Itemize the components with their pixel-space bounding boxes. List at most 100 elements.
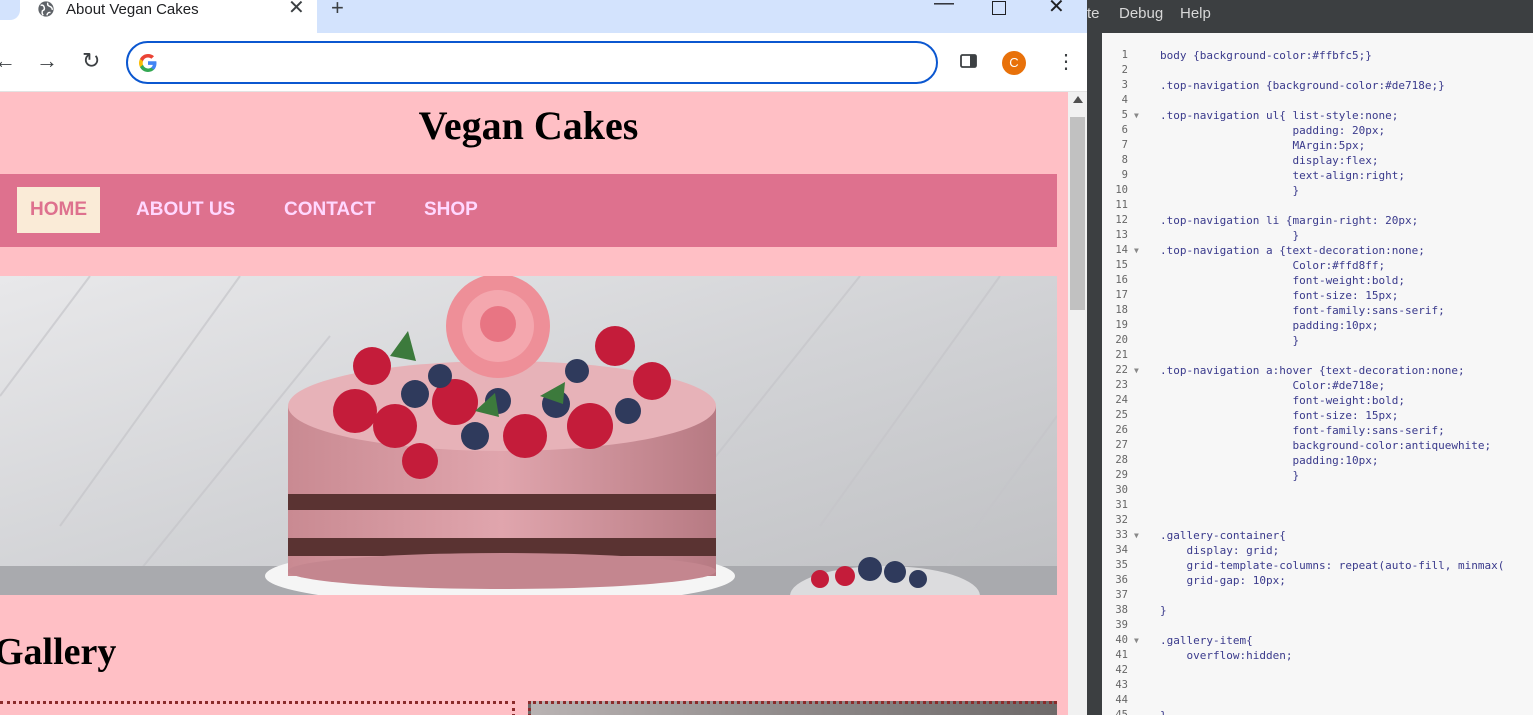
side-panel-icon[interactable] xyxy=(960,54,977,68)
line-number: 8 xyxy=(1121,154,1128,166)
line-number: 7 xyxy=(1121,139,1128,151)
line-number: 16 xyxy=(1115,274,1128,286)
menu-item-help[interactable]: Help xyxy=(1180,5,1211,22)
top-navigation: HOME ABOUT US CONTACT SHOP xyxy=(0,174,1057,247)
tab-title: About Vegan Cakes xyxy=(66,1,199,18)
menu-icon[interactable]: ⋮ xyxy=(1056,49,1076,75)
maximize-icon[interactable] xyxy=(992,1,1006,15)
forward-icon[interactable]: → xyxy=(36,48,58,74)
code-line: font-family:sans-serif; xyxy=(1160,304,1445,317)
code-line: } xyxy=(1160,334,1300,347)
fold-toggle-icon[interactable]: ▼ xyxy=(1134,246,1139,255)
code-area[interactable]: 1 2 3 4 5 6 7 8 9 10 11 12 13 14 15 16 17 18 19 20 21 22 23 24 2… xyxy=(1102,33,1533,715)
nav-contact-link[interactable]: CONTACT xyxy=(271,187,388,233)
page-scrollbar[interactable] xyxy=(1068,92,1087,715)
browser-window: About Vegan Cakes ✕ + — ✕ ← → ↻ C ⋮ Vega xyxy=(0,0,1087,715)
code-line: display:flex; xyxy=(1160,154,1379,167)
line-number: 18 xyxy=(1115,304,1128,316)
fold-toggle-icon[interactable]: ▼ xyxy=(1134,366,1139,375)
code-line: } xyxy=(1160,469,1300,482)
back-icon[interactable]: ← xyxy=(0,48,16,74)
menu-item-partial[interactable]: te xyxy=(1087,5,1100,22)
line-number: 28 xyxy=(1115,454,1128,466)
code-line: } xyxy=(1160,604,1167,617)
tab-about-vegan-cakes[interactable]: About Vegan Cakes ✕ xyxy=(0,0,317,33)
code-line: display: grid; xyxy=(1160,544,1280,557)
tab-strip: About Vegan Cakes ✕ + — ✕ xyxy=(0,0,1087,33)
menu-item-debug[interactable]: Debug xyxy=(1119,5,1163,22)
code-line: } xyxy=(1160,709,1167,715)
fold-toggle-icon[interactable]: ▼ xyxy=(1134,636,1139,645)
fold-toggle-icon[interactable]: ▼ xyxy=(1134,531,1139,540)
line-number: 45 xyxy=(1115,709,1128,715)
code-line: Color:#ffd8ff; xyxy=(1160,259,1386,272)
line-number: 29 xyxy=(1115,469,1128,481)
code-line: Color:#de718e; xyxy=(1160,379,1386,392)
line-number: 5 xyxy=(1121,109,1128,121)
address-input[interactable] xyxy=(168,48,912,78)
line-number: 19 xyxy=(1115,319,1128,331)
code-line: } xyxy=(1160,184,1300,197)
scrollbar-thumb[interactable] xyxy=(1070,117,1085,310)
line-number: 25 xyxy=(1115,409,1128,421)
line-number: 23 xyxy=(1115,379,1128,391)
code-line: .gallery-item{ xyxy=(1160,634,1253,647)
code-editor-window: te Debug Help 1 2 3 4 5 6 7 8 9 10 11 12 13 14 15 16 17 1… xyxy=(1087,0,1533,715)
fold-toggle-icon[interactable]: ▼ xyxy=(1134,111,1139,120)
code-line: .gallery-container{ xyxy=(1160,529,1286,542)
line-number: 40 xyxy=(1115,634,1128,646)
line-number: 6 xyxy=(1121,124,1128,136)
line-number: 15 xyxy=(1115,259,1128,271)
line-number: 11 xyxy=(1115,199,1128,211)
line-number: 27 xyxy=(1115,439,1128,451)
minimize-icon[interactable]: — xyxy=(934,0,954,15)
line-number: 9 xyxy=(1121,169,1128,181)
line-number: 30 xyxy=(1115,484,1128,496)
profile-avatar[interactable]: C xyxy=(1002,51,1026,75)
code-line: padding: 20px; xyxy=(1160,124,1386,137)
line-number: 42 xyxy=(1115,664,1128,676)
line-number: 3 xyxy=(1121,79,1128,91)
code-line: overflow:hidden; xyxy=(1160,649,1293,662)
address-bar[interactable] xyxy=(126,41,938,84)
line-number: 34 xyxy=(1115,544,1128,556)
line-number: 4 xyxy=(1121,94,1128,106)
line-number: 32 xyxy=(1115,514,1128,526)
nav-home-link[interactable]: HOME xyxy=(17,187,100,233)
gallery-heading: Gallery xyxy=(0,631,117,673)
code-line: font-size: 15px; xyxy=(1160,289,1399,302)
reload-icon[interactable]: ↻ xyxy=(82,48,100,74)
line-number: 13 xyxy=(1115,229,1128,241)
editor-menubar: te Debug Help xyxy=(1087,0,1533,28)
code-line: grid-gap: 10px; xyxy=(1160,574,1286,587)
code-line: font-size: 15px; xyxy=(1160,409,1399,422)
page-viewport: Vegan Cakes HOME ABOUT US CONTACT SHOP G… xyxy=(0,92,1068,715)
line-number: 1 xyxy=(1121,49,1128,61)
gallery-item xyxy=(528,701,1057,715)
line-number: 39 xyxy=(1115,619,1128,631)
nav-shop-link[interactable]: SHOP xyxy=(411,187,491,233)
line-number: 20 xyxy=(1115,334,1128,346)
line-number: 26 xyxy=(1115,424,1128,436)
code-line: grid-template-columns: repeat(auto-fill,… xyxy=(1160,559,1505,572)
tab-close-icon[interactable]: ✕ xyxy=(288,0,305,18)
code-line: font-weight:bold; xyxy=(1160,274,1406,287)
tab-left-notch xyxy=(0,0,20,20)
nav-about-us-link[interactable]: ABOUT US xyxy=(123,187,248,233)
code-line: .top-navigation li {margin-right: 20px; xyxy=(1160,214,1419,227)
code-line: } xyxy=(1160,229,1300,242)
code-line: .top-navigation a:hover {text-decoration… xyxy=(1160,364,1465,377)
new-tab-icon[interactable]: + xyxy=(331,0,344,20)
code-line: padding:10px; xyxy=(1160,319,1379,332)
browser-toolbar: ← → ↻ C ⋮ xyxy=(0,33,1087,92)
site-title: Vegan Cakes xyxy=(418,103,639,148)
google-icon xyxy=(139,54,157,72)
code-line: .top-navigation ul{ list-style:none; xyxy=(1160,109,1399,122)
code-line: font-family:sans-serif; xyxy=(1160,424,1445,437)
scroll-up-icon[interactable] xyxy=(1073,96,1083,103)
line-number: 37 xyxy=(1115,589,1128,601)
window-close-icon[interactable]: ✕ xyxy=(1048,0,1065,19)
line-number: 12 xyxy=(1115,214,1128,226)
hero-cake-image xyxy=(0,276,1057,595)
code-line: text-align:right; xyxy=(1160,169,1406,182)
